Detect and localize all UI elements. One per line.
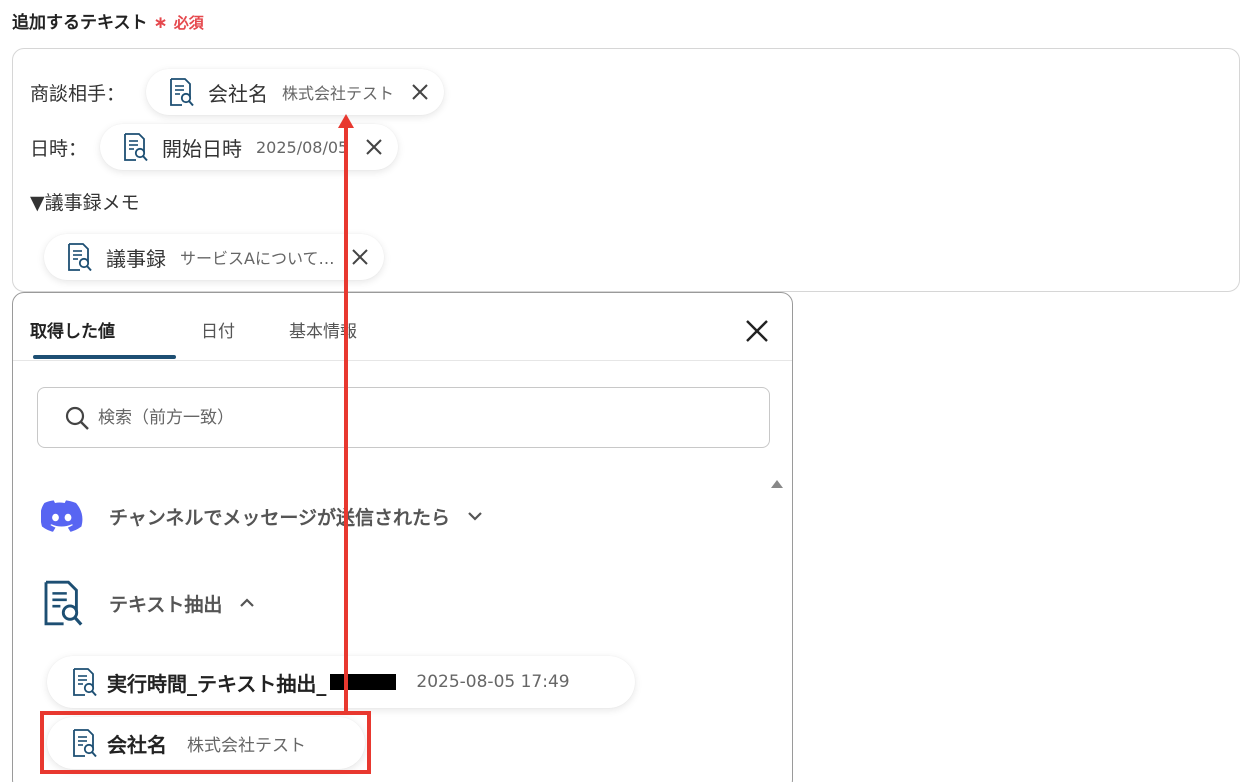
close-icon[interactable] xyxy=(350,247,370,267)
list-item-execution-time[interactable]: 実行時間_テキスト抽出_ 2025-08-05 17:49 xyxy=(47,656,635,708)
doc-search-icon xyxy=(41,579,83,627)
required-badge: 必須 xyxy=(173,14,204,32)
annotation-arrow-head xyxy=(338,114,354,128)
close-icon[interactable] xyxy=(410,82,430,102)
chevron-up-icon xyxy=(240,598,255,607)
doc-search-icon xyxy=(168,77,194,107)
variable-chip-minutes[interactable]: 議事録 サービスAについて… xyxy=(44,234,385,280)
line-label-minutes: ▼議事録メモ xyxy=(30,192,140,214)
close-icon[interactable] xyxy=(364,137,384,157)
search-box xyxy=(37,387,770,448)
group-text-extraction[interactable]: テキスト抽出 xyxy=(41,579,256,627)
chip-name: 議事録 xyxy=(106,246,166,271)
group-discord-trigger[interactable]: チャンネルでメッセージが送信されたら xyxy=(41,500,484,532)
item-value: 2025-08-05 17:49 xyxy=(416,672,570,692)
redacted-block xyxy=(330,674,397,690)
doc-search-icon xyxy=(71,667,97,697)
tab-bar: 取得した値 日付 基本情報 xyxy=(13,293,792,361)
group-label: テキスト抽出 xyxy=(109,593,223,616)
chip-value: サービスAについて… xyxy=(180,249,335,268)
item-name: 実行時間_テキスト抽出_ xyxy=(107,671,327,696)
chip-value: 株式会社テスト xyxy=(282,84,395,103)
chip-name: 会社名 xyxy=(208,81,268,106)
chevron-down-icon xyxy=(468,512,482,521)
tab-obtained-values[interactable]: 取得した値 xyxy=(30,317,115,342)
doc-search-icon xyxy=(66,242,92,272)
group-label: チャンネルでメッセージが送信されたら xyxy=(109,506,451,529)
line-label-datetime: 日時： xyxy=(30,138,88,160)
doc-search-icon xyxy=(122,132,148,162)
annotation-arrow-line xyxy=(344,124,348,711)
tab-date[interactable]: 日付 xyxy=(201,317,235,342)
field-label: 追加するテキスト ∗ 必須 xyxy=(12,8,204,33)
chip-value: 2025/08/05 xyxy=(256,137,349,157)
search-icon xyxy=(65,406,89,430)
value-picker-panel: 取得した値 日付 基本情報 チャンネルでメッセージが送信されたら テキスト抽出 xyxy=(12,292,793,782)
line-label-partner: 商談相手： xyxy=(30,83,126,105)
active-tab-indicator xyxy=(33,355,176,359)
close-icon[interactable] xyxy=(745,319,769,343)
field-label-text: 追加するテキスト xyxy=(12,13,148,33)
scroll-up-arrow[interactable] xyxy=(771,480,783,488)
required-star: ∗ xyxy=(153,13,168,33)
discord-icon xyxy=(41,500,83,532)
chip-name: 開始日時 xyxy=(162,136,242,161)
annotation-highlight-box xyxy=(40,711,371,774)
variable-chip-start-datetime[interactable]: 開始日時 2025/08/05 xyxy=(100,124,399,170)
search-input[interactable] xyxy=(98,407,698,428)
variable-chip-company[interactable]: 会社名 株式会社テスト xyxy=(146,69,445,115)
